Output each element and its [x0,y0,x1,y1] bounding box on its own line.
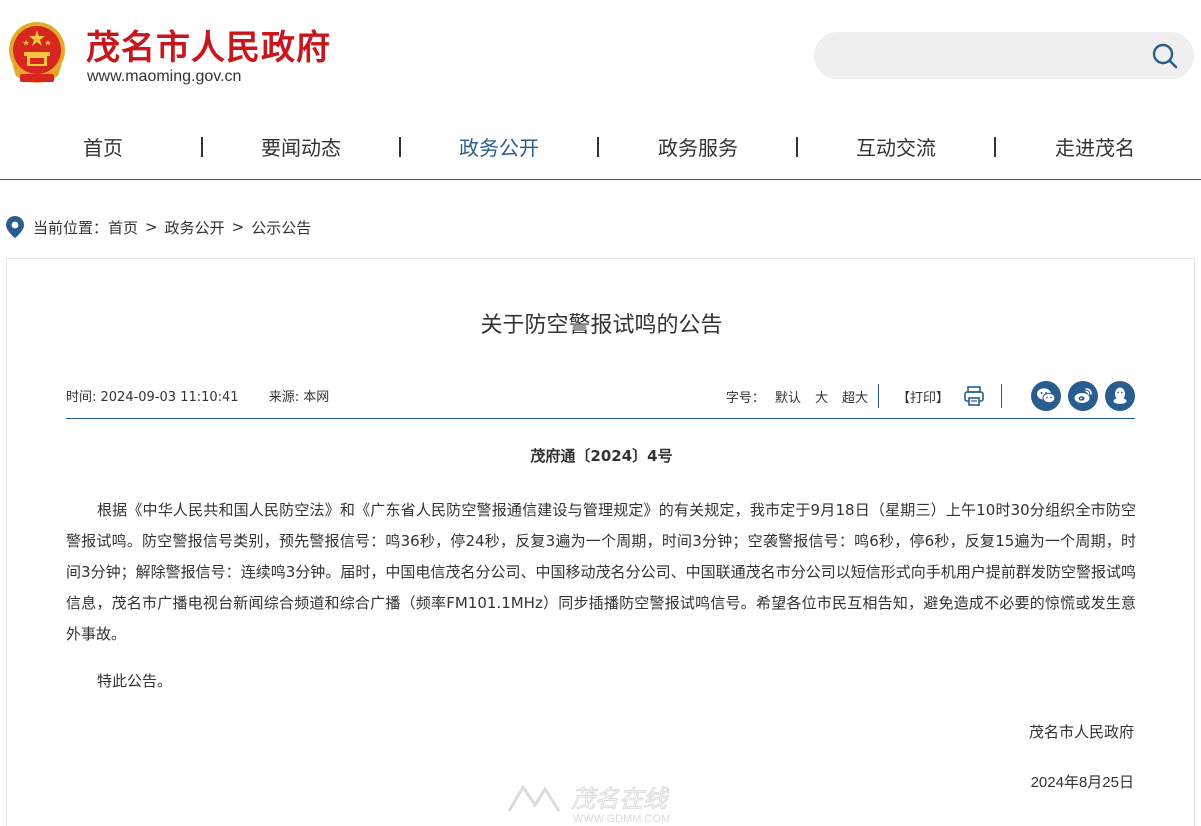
watermark-url: WWW.GDMM.COM [573,813,670,825]
nav-separator [994,137,996,157]
search-input[interactable] [834,40,1134,70]
printer-icon[interactable] [963,385,985,407]
nav-separator [399,137,401,157]
nav-separator [597,137,599,157]
nav-item-interaction[interactable]: 互动交流 [835,118,957,178]
tools-divider [1001,384,1002,408]
wechat-icon [1037,388,1056,404]
article-meta: 时间: 2024-09-03 11:10:41 来源: 本网 字号： 默认 大 … [66,378,1135,414]
watermark-logo: 茂名在线 WWW.GDMM.COM [507,784,670,825]
nav-item-government-affairs[interactable]: 政务公开 [438,118,560,178]
site-name[interactable]: 茂名市人民政府 [86,20,331,69]
article-source: 来源: 本网 [268,390,330,405]
breadcrumb-prefix: 当前位置： [33,218,109,237]
article-container: 关于防空警报试鸣的公告 时间: 2024-09-03 11:10:41 来源: … [6,258,1195,826]
article-closing: 特此公告。 [97,672,173,690]
article-body: 根据《中华人民共和国人民防空法》和《广东省人民防空警报通信建设与管理规定》的有关… [66,501,1136,643]
nav-item-home[interactable]: 首页 [52,118,154,178]
share-wechat-button[interactable] [1031,381,1061,411]
location-pin-icon [6,216,24,238]
search-icon[interactable] [1152,43,1178,69]
tools-divider [877,384,879,408]
font-size-label: 字号： [725,390,765,406]
breadcrumb-item-announcements[interactable]: 公示公告 [251,217,311,238]
font-size-default-button[interactable]: 默认 [775,387,801,406]
article-title: 关于防空警报试鸣的公告 [480,313,723,338]
nav-separator [796,137,798,157]
publish-time: 时间: 2024-09-03 11:10:41 [66,390,239,405]
print-button[interactable]: 【打印】 [897,387,949,406]
national-emblem-icon[interactable] [6,20,68,86]
nav-item-about-maoming[interactable]: 走进茂名 [1034,118,1156,178]
share-weibo-button[interactable] [1068,381,1098,411]
font-size-xlarge-button[interactable]: 超大 [842,387,868,406]
signature-date: 2024年8月25日 [1030,774,1134,791]
breadcrumb-item-government-affairs[interactable]: 政务公开 [165,217,225,238]
site-url: www.maoming.gov.cn [87,68,242,85]
breadcrumb-separator: > [231,218,245,236]
search-box [814,32,1194,79]
weibo-icon [1074,388,1092,403]
nav-item-services[interactable]: 政务服务 [637,118,759,178]
breadcrumb: 当前位置： 首页 > 政务公开 > 公示公告 [6,215,311,239]
nav-separator [201,137,203,157]
meta-info: 时间: 2024-09-03 11:10:41 来源: 本网 [66,386,355,405]
font-size-large-button[interactable]: 大 [815,387,828,406]
breadcrumb-separator: > [145,218,158,236]
document-number: 茂府通〔2024〕4号 [530,447,673,465]
article-tools: 字号： 默认 大 超大 【打印】 [726,378,1135,414]
meta-divider [66,418,1135,419]
main-nav: 首页 要闻动态 政务公开 政务服务 互动交流 走进茂名 [0,118,1201,180]
site-header: 茂名市人民政府 www.maoming.gov.cn [0,0,1201,110]
share-qq-button[interactable] [1105,381,1135,411]
nav-item-news[interactable]: 要闻动态 [240,118,362,178]
signature-organization: 茂名市人民政府 [1028,723,1134,741]
watermark-text: 茂名在线 [571,785,669,813]
breadcrumb-item-home[interactable]: 首页 [108,217,138,238]
qq-icon [1113,387,1127,404]
